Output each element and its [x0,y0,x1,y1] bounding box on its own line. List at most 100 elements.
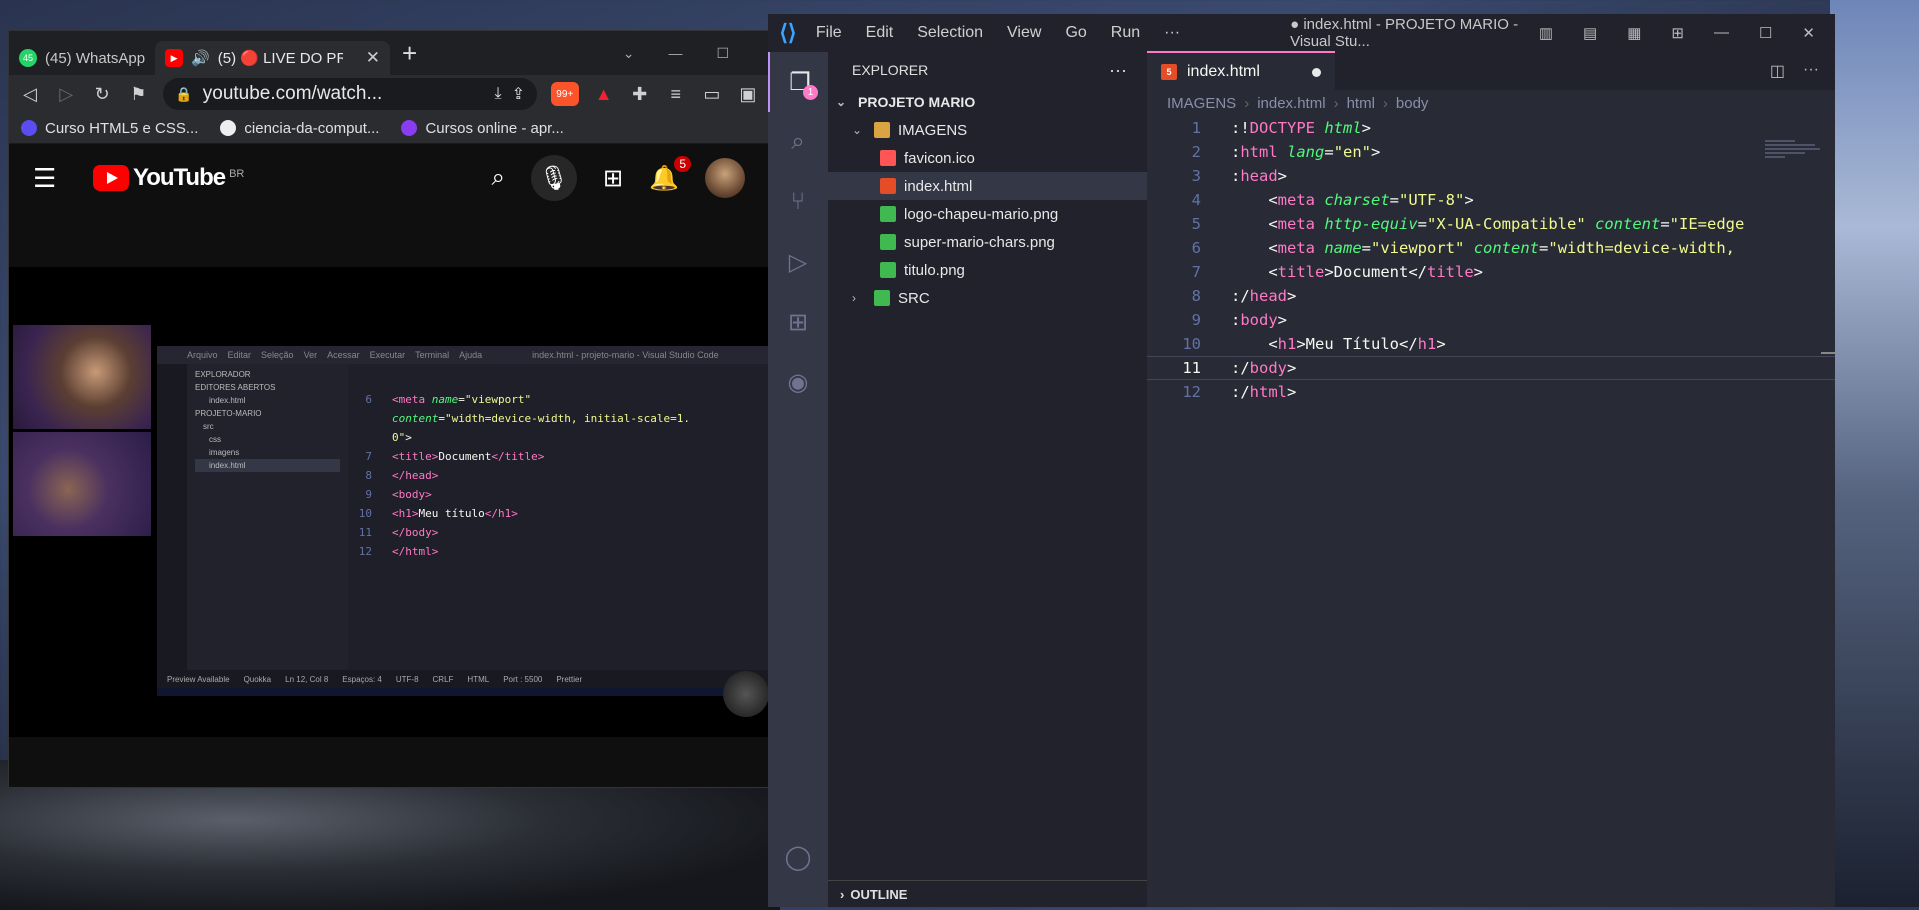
youtube-logo[interactable]: YouTube BR [93,164,244,192]
file-name: index.html [904,177,973,195]
extensions-icon[interactable]: ⊞ [768,292,828,352]
outline-section[interactable]: › OUTLINE [828,880,1147,907]
menu-item-go[interactable]: Go [1065,24,1086,42]
scrollbar[interactable] [1821,352,1835,354]
avatar[interactable] [705,158,745,198]
folder-src[interactable]: › SRC [828,284,1147,312]
line-text: <meta charset="UTF-8"> [1231,191,1474,209]
browser-tabbar: 45 (45) WhatsApp ▶ 🔊 (5) 🔴 LIVE DO PRO ✕… [9,31,769,75]
file-item[interactable]: favicon.ico [828,144,1147,172]
notifications-icon[interactable]: 🔔 5 [649,155,691,193]
toggle-sidebar-icon[interactable]: ▥ [1539,24,1553,42]
source-control-icon[interactable]: ⑂ [768,172,828,232]
tab-search-icon[interactable]: ⌄ [623,45,635,62]
tab-youtube-live[interactable]: ▶ 🔊 (5) 🔴 LIVE DO PRO ✕ [155,41,391,75]
file-item[interactable]: logo-chapeu-mario.png [828,200,1147,228]
breadcrumb-item[interactable]: html [1347,95,1375,112]
explorer-title: EXPLORER [852,62,929,78]
extensions-icon[interactable]: ✚ [629,84,651,105]
menu-item-[interactable]: ··· [1164,24,1180,42]
forward-icon[interactable]: ▷ [55,84,77,105]
code-line[interactable]: 12:/html> [1147,380,1835,404]
code-line[interactable]: 4 <meta charset="UTF-8"> [1147,188,1835,212]
toggle-secondary-sidebar-icon[interactable]: ▦ [1627,24,1641,42]
code-line[interactable]: 3:head> [1147,164,1835,188]
unsaved-dot-icon[interactable] [1312,67,1321,77]
create-video-icon[interactable]: ⊞ [603,164,623,193]
playlist-icon[interactable]: ≡ [665,84,687,105]
menu-item-selection[interactable]: Selection [917,24,983,42]
microphone-icon[interactable]: 🎙 [531,155,577,201]
shared-status-item: Prettier [556,674,583,684]
video-player[interactable]: Arquivo Editar Seleção Ver Acessar Execu… [9,267,769,737]
brave-shields-icon[interactable]: 99+ [550,82,579,106]
minimize-icon[interactable]: — [668,45,682,62]
minimize-icon[interactable]: — [1714,24,1729,42]
code-line[interactable]: 10 <h1>Meu Título</h1> [1147,332,1835,356]
code-line[interactable]: 2:html lang="en"> [1147,140,1835,164]
more-actions-icon[interactable]: ··· [1109,60,1147,81]
breadcrumb-item[interactable]: body [1396,95,1429,112]
hamburger-menu-icon[interactable]: ☰ [33,163,73,194]
git-graph-icon[interactable]: ◉ [768,352,828,412]
tab-index-html[interactable]: 5 index.html [1147,51,1335,91]
search-icon[interactable]: ⌕ [768,112,828,172]
account-icon[interactable]: ◯ [768,827,828,887]
split-editor-icon[interactable]: ◫ [1770,61,1785,81]
code-line[interactable]: 7 <title>Document</title> [1147,260,1835,284]
bookmark-github[interactable]: ciencia-da-comput... [220,120,379,137]
new-tab-button[interactable]: + [402,38,417,69]
bookmark-html-css[interactable]: Curso HTML5 e CSS... [21,120,198,137]
code-line[interactable]: 1:!DOCTYPE html> [1147,116,1835,140]
bookmark-icon[interactable]: ⚑ [127,84,149,105]
line-text: <h1>Meu Título</h1> [1231,335,1446,353]
brave-rewards-icon[interactable]: ▲ [593,84,615,105]
menu-item-edit[interactable]: Edit [866,24,894,42]
tab-whatsapp[interactable]: 45 (45) WhatsApp [9,41,155,75]
line-number: 3 [1191,167,1201,185]
menu-item-file[interactable]: File [816,24,842,42]
file-item[interactable]: index.html [828,172,1147,200]
maximize-icon[interactable]: ☐ [1759,24,1772,42]
install-icon[interactable]: ⤓ [494,85,501,103]
reload-icon[interactable]: ↻ [91,84,113,105]
close-icon[interactable]: ✕ [1802,24,1815,42]
speaker-icon[interactable]: 🔊 [191,49,210,67]
minimap[interactable] [1765,138,1825,178]
code-line[interactable]: 6 <meta name="viewport" content="width=d… [1147,236,1835,260]
run-debug-icon[interactable]: ▷ [768,232,828,292]
bookmark-cursos[interactable]: Cursos online - apr... [401,119,564,137]
shared-line-text: <title>Document</title> [392,450,545,463]
code-line[interactable]: 11:/body> [1147,356,1835,380]
file-item[interactable]: super-mario-chars.png [828,228,1147,256]
maximize-icon[interactable]: ☐ [716,45,729,62]
close-tab-icon[interactable]: ✕ [366,48,380,68]
breadcrumb-item[interactable]: IMAGENS [1167,95,1236,112]
line-number: 11 [1182,359,1201,377]
folder-imagens[interactable]: ⌄ IMAGENS [828,116,1147,144]
project-root[interactable]: ⌄ PROJETO MARIO [828,88,1147,116]
back-icon[interactable]: ◁ [19,84,41,105]
file-item[interactable]: titulo.png [828,256,1147,284]
menu-item-view[interactable]: View [1007,24,1041,42]
code-line[interactable]: 9:body> [1147,308,1835,332]
more-actions-icon[interactable]: ··· [1803,61,1819,81]
shared-menu-item: Seleção [261,350,294,360]
tab-label: (45) WhatsApp [45,49,146,67]
search-icon[interactable]: ⌕ [492,164,505,192]
wallet-icon[interactable]: ▣ [737,84,759,105]
code-editor[interactable]: 1:!DOCTYPE html> 2:html lang="en"> 3:head>… [1147,116,1835,404]
toggle-panel-icon[interactable]: ▤ [1583,24,1597,42]
sidebar-icon[interactable]: ▭ [701,84,723,105]
explorer-icon[interactable]: ❐ 1 [768,52,830,112]
customize-layout-icon[interactable]: ⊞ [1671,24,1684,42]
code-line[interactable]: 8:/head> [1147,284,1835,308]
shared-line-number: 10 [358,507,372,520]
menu-item-run[interactable]: Run [1111,24,1140,42]
share-icon[interactable]: ⇪ [512,84,525,104]
breadcrumb-item[interactable]: index.html [1257,95,1325,112]
channel-avatar[interactable] [723,671,769,717]
code-line[interactable]: 5 <meta http-equiv="X-UA-Compatible" con… [1147,212,1835,236]
bookmark-label: Cursos online - apr... [425,119,564,137]
address-bar[interactable]: 🔒 youtube.com/watch... ⤓ ⇪ [163,78,537,110]
